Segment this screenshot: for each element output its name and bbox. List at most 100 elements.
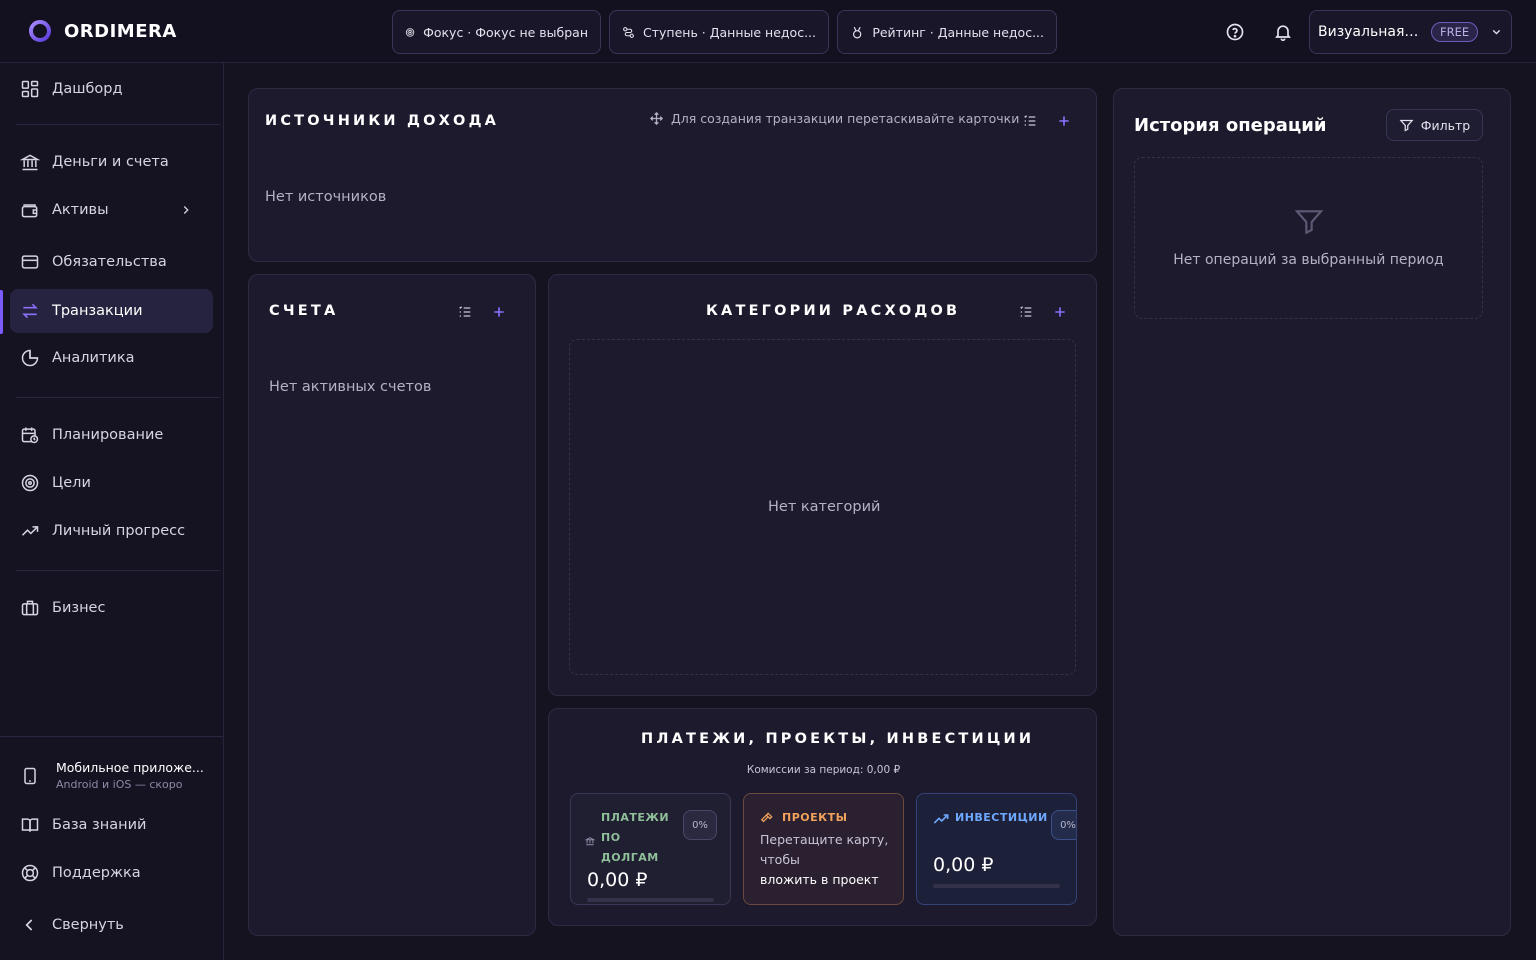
list-icon[interactable] [1018,304,1034,320]
bank-icon [585,837,595,846]
investments-card[interactable]: ИНВЕСТИЦИИ 0% 0,00 ₽ [916,793,1077,905]
pie-icon [21,349,39,367]
add-account-icon[interactable] [491,304,507,320]
sidebar-item-analytics[interactable]: Аналитика [10,336,213,380]
accounts-panel: СЧЕТА Нет активных счетов [248,274,536,936]
commission-text: Комиссии за период: 0,00 ₽ [746,764,901,776]
focus-pill[interactable]: Фокус · Фокус не выбран [392,10,601,54]
history-empty-text: Нет операций за выбранный период [1173,252,1444,268]
projects-hint-line: Перетащите карту, [760,832,889,847]
chevron-left-icon [25,919,33,931]
medal-icon [852,26,862,38]
debt-title-line: ДОЛГАМ [601,851,659,864]
brand-logo[interactable]: ORDIMERA [28,19,177,43]
target-icon [405,27,415,37]
briefcase-icon [21,600,39,616]
history-empty-state: Нет операций за выбранный период [1134,157,1483,319]
sidebar-item-knowledge[interactable]: База знаний [10,803,213,847]
sidebar-item-label: Обязательства [52,254,167,270]
debt-title-line: ПЛАТЕЖИ [601,811,670,824]
income-sources-title: ИСТОЧНИКИ ДОХОДА [265,113,500,129]
sidebar-item-liabilities[interactable]: Обязательства [10,240,213,284]
filter-button[interactable]: Фильтр [1386,109,1483,141]
collapse-sidebar-button[interactable]: Свернуть [10,903,213,947]
filter-icon [1399,119,1414,132]
stage-pill[interactable]: Ступень · Данные недос... [609,10,829,54]
projects-hint-line: чтобы [760,852,800,867]
list-icon[interactable] [457,304,473,320]
trend-icon [21,526,39,536]
investments-percent-badge: 0% [1051,810,1076,840]
sidebar-item-label: Планирование [52,427,164,443]
rating-pill-label: Рейтинг · Данные недос... [872,24,1044,40]
sidebar-item-support[interactable]: Поддержка [10,851,213,895]
grid-icon [21,80,39,98]
sidebar-item-label: Дашборд [52,81,123,97]
chevron-right-icon [183,206,189,214]
sidebar-item-label: Поддержка [52,865,141,881]
sidebar-item-transactions[interactable]: Транзакции [10,289,213,333]
route-icon [623,26,634,38]
sidebar-item-assets[interactable]: Активы [10,188,213,232]
list-icon[interactable] [1022,113,1038,129]
income-sources-panel: ИСТОЧНИКИ ДОХОДА Для создания транзакции… [248,88,1097,262]
expense-categories-panel: КАТЕГОРИИ РАСХОДОВ Нет категорий [548,274,1097,696]
categories-dropzone[interactable]: Нет категорий [569,339,1076,675]
projects-hint-line: вложить в проект [760,872,879,887]
income-empty-text: Нет источников [265,189,387,205]
divider [16,124,220,125]
target-icon [21,474,39,492]
move-icon [649,111,664,126]
projects-card[interactable]: ПРОЕКТЫ Перетащите карту, чтобы вложить … [743,793,904,905]
sidebar-item-progress[interactable]: Личный прогресс [10,509,213,553]
card-icon [21,255,39,269]
user-name: Визуальная ... [1318,24,1421,40]
sidebar-item-business[interactable]: Бизнес [10,586,213,630]
add-income-icon[interactable] [1056,113,1072,129]
sidebar-item-label: Аналитика [52,350,135,366]
plan-badge: FREE [1430,22,1479,42]
debt-percent-badge: 0% [683,810,717,840]
sidebar-item-label: Свернуть [52,917,124,933]
wallet-icon [21,204,38,218]
rating-pill[interactable]: Рейтинг · Данные недос... [837,10,1057,54]
sidebar-item-label: Бизнес [52,600,106,616]
sidebar-item-label: Активы [52,202,109,218]
sidebar-item-dashboard[interactable]: Дашборд [10,67,213,111]
filter-button-label: Фильтр [1420,117,1471,133]
sidebar-item-goals[interactable]: Цели [10,461,213,505]
user-menu[interactable]: Визуальная ... FREE [1309,10,1512,54]
projects-card-title: ПРОЕКТЫ [782,811,848,824]
accounts-title: СЧЕТА [269,303,339,319]
sidebar-item-label: Личный прогресс [52,523,186,539]
sidebar-item-money[interactable]: Деньги и счета [10,140,213,184]
mobile-app-promo[interactable]: Мобильное приложе... Android и iOS — ско… [20,760,204,791]
hammer-icon [760,812,773,823]
focus-pill-label: Фокус · Фокус не выбран [423,24,588,40]
lifebuoy-icon [21,864,39,882]
accounts-empty-text: Нет активных счетов [269,379,432,395]
transfer-icon [22,303,38,319]
projects-hint: Перетащите карту, чтобы вложить в проект [760,830,888,890]
bell-icon[interactable] [1273,22,1293,42]
investments-progress-bar [933,884,1060,888]
filter-icon [1294,210,1324,235]
trend-icon [933,814,949,824]
top-bar: ORDIMERA Фокус · Фокус не выбран Ступень… [0,0,1536,63]
debt-amount: 0,00 ₽ [587,869,648,891]
help-icon[interactable] [1225,22,1245,42]
drag-hint-text: Для создания транзакции перетаскивайте к… [671,111,1020,126]
debt-payments-card[interactable]: ПЛАТЕЖИ ПО ДОЛГАМ 0% 0,00 ₽ [570,793,731,905]
sidebar-item-planning[interactable]: Планирование [10,413,213,457]
stage-pill-label: Ступень · Данные недос... [643,24,816,40]
drag-hint: Для создания транзакции перетаскивайте к… [649,111,1019,126]
mobile-app-title: Мобильное приложе... [56,760,204,775]
history-panel: История операций Фильтр Нет операций за … [1113,88,1511,936]
debt-title-line: ПО [601,831,621,844]
sidebar: Дашборд Деньги и счета Активы Обязательс… [0,63,224,960]
investments-card-title: ИНВЕСТИЦИИ [955,811,1048,824]
chevron-down-icon [1492,29,1501,35]
add-category-icon[interactable] [1052,304,1068,320]
bank-icon [20,154,40,171]
active-indicator [0,290,3,334]
